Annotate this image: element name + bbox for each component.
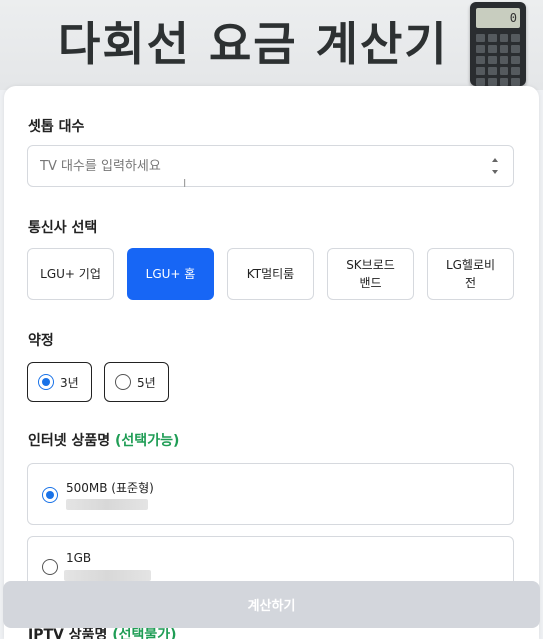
carrier-option-lg-hellovision[interactable]: LG헬로비전	[427, 248, 514, 300]
spinner-arrows-icon	[492, 158, 498, 174]
contract-option-5yr[interactable]: 5년	[104, 362, 169, 402]
iptv-label-note: (선택불가)	[112, 627, 177, 639]
carrier-label: 통신사 선택	[28, 220, 98, 236]
carrier-option-lgu-home[interactable]: LGU+ 홈	[127, 248, 214, 300]
radio-unchecked-icon[interactable]	[42, 559, 58, 575]
calculator-display: 0	[476, 8, 520, 28]
radio-checked-icon[interactable]	[38, 374, 54, 390]
product-name: 500MB (표준형)	[66, 481, 154, 495]
contract-option-3yr[interactable]: 3년	[27, 362, 92, 402]
page-title: 다회선 요금 계산기	[58, 17, 449, 71]
contract-option-label: 3년	[60, 375, 79, 390]
calculator-keys	[476, 34, 520, 86]
radio-unchecked-icon[interactable]	[115, 374, 131, 390]
iptv-label-text: IPTV 상품명	[28, 627, 108, 639]
carrier-option-kt-multiroom[interactable]: KT멀티룸	[227, 248, 314, 300]
number-spinner[interactable]	[491, 155, 499, 177]
radio-checked-icon[interactable]	[42, 487, 58, 503]
carrier-option-lgu-business[interactable]: LGU+ 기업	[27, 248, 114, 300]
tv-count-field[interactable]	[27, 145, 514, 187]
internet-label-note: (선택가능)	[115, 433, 180, 449]
internet-label: 인터넷 상품명 (선택가능)	[28, 430, 179, 450]
calculate-button[interactable]: 계산하기	[3, 581, 540, 628]
internet-product-500mb[interactable]: 500MB (표준형)	[27, 463, 514, 525]
product-name: 1GB	[66, 551, 92, 565]
text-cursor-icon: I	[183, 177, 187, 190]
calculator-icon: 0	[470, 2, 526, 86]
settop-label: 셋톱 대수	[28, 119, 85, 135]
product-detail-redacted	[64, 570, 151, 581]
header-banner: 다회선 요금 계산기 0	[0, 0, 543, 90]
product-detail-redacted	[66, 499, 148, 510]
carrier-option-sk-broadband[interactable]: SK브로드밴드	[327, 248, 414, 300]
internet-label-text: 인터넷 상품명	[28, 433, 111, 449]
contract-label: 약정	[28, 333, 54, 349]
contract-option-label: 5년	[137, 375, 156, 390]
tv-count-input[interactable]	[40, 146, 480, 186]
